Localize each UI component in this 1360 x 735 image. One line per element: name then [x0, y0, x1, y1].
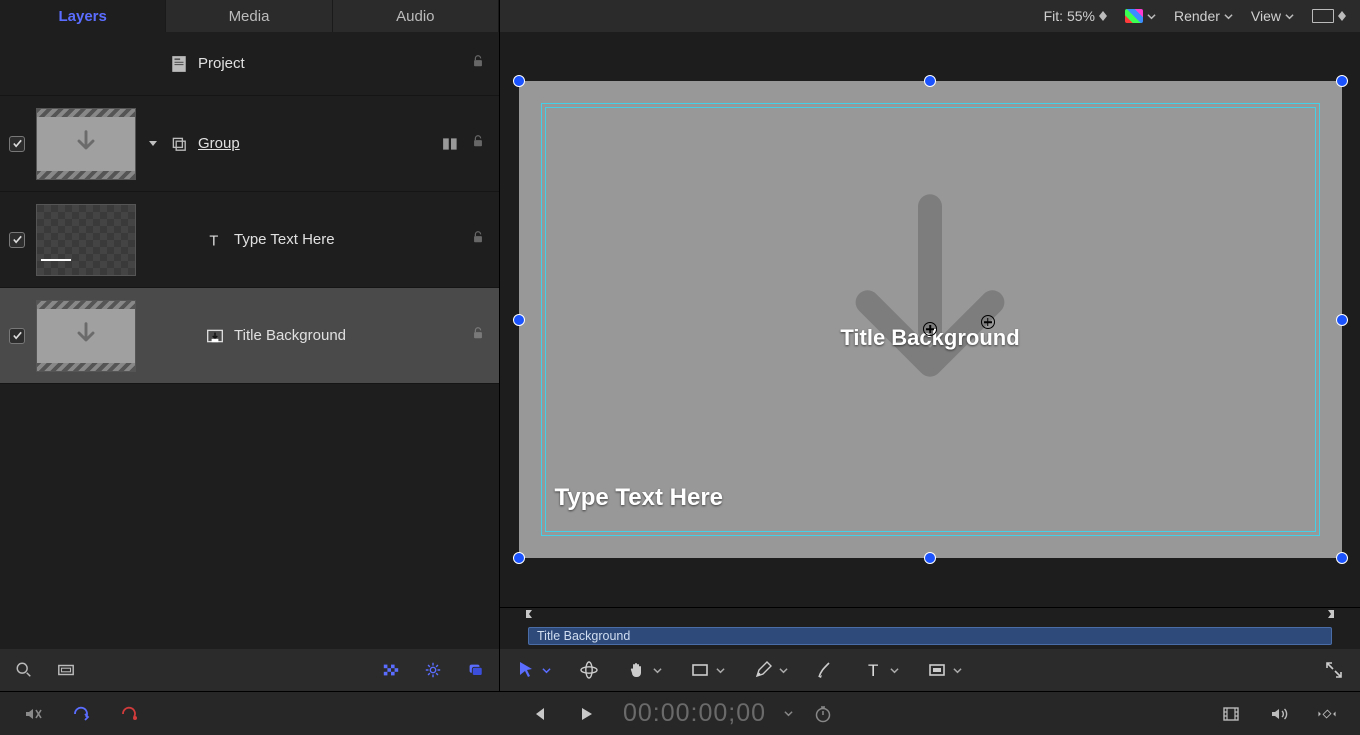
selection-handle[interactable]: [513, 552, 525, 564]
timecode-display[interactable]: 00:00:00;00: [623, 699, 833, 728]
loop-icon[interactable]: [70, 703, 92, 725]
expand-icon[interactable]: [1324, 660, 1344, 680]
anchor-marker-icon[interactable]: [923, 322, 937, 336]
paint-tool[interactable]: [816, 660, 836, 680]
render-label: Render: [1174, 8, 1220, 24]
tab-audio[interactable]: Audio: [333, 0, 499, 32]
canvas-toolbar: Fit: 55% Render View: [500, 0, 1360, 32]
frame-view-icon[interactable]: [56, 660, 76, 680]
layer-label-text[interactable]: Type Text Here: [234, 231, 461, 248]
layer-label-group[interactable]: Group: [198, 135, 431, 152]
rectangle-tool[interactable]: [690, 660, 725, 680]
pass-through-icon[interactable]: [441, 134, 461, 154]
layer-row-group[interactable]: Group: [0, 96, 499, 192]
layer-list: Project Group: [0, 32, 499, 649]
zoom-fit-control[interactable]: Fit: 55%: [1044, 8, 1107, 24]
search-icon[interactable]: [14, 660, 34, 680]
viewport-layout-menu[interactable]: [1312, 9, 1346, 23]
select-tool[interactable]: [516, 660, 551, 680]
play-icon[interactable]: [575, 703, 597, 725]
layer-row-title-background[interactable]: Title Background: [0, 288, 499, 384]
disclosure-triangle[interactable]: [146, 139, 160, 149]
layer-thumbnail: [36, 300, 136, 372]
selection-handle[interactable]: [513, 75, 525, 87]
selection-handle[interactable]: [924, 75, 936, 87]
checker-icon[interactable]: [381, 660, 401, 680]
rotation-marker-icon[interactable]: [981, 315, 995, 329]
layers-panel: Layers Media Audio Project: [0, 0, 500, 691]
record-icon[interactable]: [118, 703, 140, 725]
view-label: View: [1251, 8, 1281, 24]
mini-timeline[interactable]: Title Background: [500, 607, 1360, 649]
dropzone-arrow-icon: [810, 178, 1050, 423]
mute-icon[interactable]: [22, 703, 44, 725]
stepper-icon: [1338, 11, 1346, 21]
layer-label-titlebg[interactable]: Title Background: [234, 327, 461, 344]
group-icon: [170, 135, 188, 153]
text-tool[interactable]: T: [864, 660, 899, 680]
layer-thumbnail: [36, 108, 136, 180]
zoom-fit-label: Fit: 55%: [1044, 8, 1095, 24]
layer-panel-footer: [0, 649, 499, 691]
tab-media[interactable]: Media: [166, 0, 332, 32]
selection-handle[interactable]: [1336, 314, 1348, 326]
timecode-value: 00:00:00;00: [623, 699, 766, 728]
stack-icon[interactable]: [465, 660, 485, 680]
project-icon: [170, 55, 188, 73]
pen-tool[interactable]: [753, 660, 788, 680]
project-label: Project: [198, 55, 461, 72]
keyframe-nav-icon[interactable]: [1316, 703, 1338, 725]
gear-icon[interactable]: [423, 660, 443, 680]
svg-text:T: T: [868, 661, 878, 680]
go-to-start-icon[interactable]: [527, 703, 549, 725]
audio-icon[interactable]: [1268, 703, 1290, 725]
timeline-clip[interactable]: Title Background: [528, 627, 1332, 645]
transport-bar: 00:00:00;00: [0, 691, 1360, 735]
view-menu[interactable]: View: [1251, 8, 1294, 24]
tab-layers[interactable]: Layers: [0, 0, 166, 32]
layer-row-text[interactable]: T Type Text Here: [0, 192, 499, 288]
selection-handle[interactable]: [1336, 75, 1348, 87]
selection-handle[interactable]: [924, 552, 936, 564]
visibility-checkbox[interactable]: [9, 136, 25, 152]
canvas-tool-row: T: [500, 649, 1360, 691]
panel-tabs: Layers Media Audio: [0, 0, 499, 32]
text-type-icon: T: [206, 231, 224, 249]
pan-tool[interactable]: [627, 660, 662, 680]
canvas-text-layer[interactable]: Type Text Here: [555, 484, 724, 512]
color-channel-menu[interactable]: [1125, 9, 1156, 23]
selection-handle[interactable]: [1336, 552, 1348, 564]
aspect-icon: [1312, 9, 1334, 23]
layer-thumbnail: [36, 204, 136, 276]
render-menu[interactable]: Render: [1174, 8, 1233, 24]
visibility-checkbox[interactable]: [9, 328, 25, 344]
lock-icon[interactable]: [471, 230, 489, 249]
stopwatch-icon[interactable]: [813, 704, 833, 724]
stepper-icon: [1099, 11, 1107, 21]
color-swatch-icon: [1125, 9, 1143, 23]
visibility-checkbox[interactable]: [9, 232, 25, 248]
lock-icon[interactable]: [471, 134, 489, 153]
canvas-area[interactable]: Title Background Type Text Here: [500, 32, 1360, 607]
lock-icon[interactable]: [471, 54, 489, 73]
canvas-content[interactable]: Title Background Type Text Here: [519, 81, 1342, 558]
film-icon[interactable]: [1220, 703, 1242, 725]
selection-handle[interactable]: [513, 314, 525, 326]
mask-tool[interactable]: [927, 660, 962, 680]
3d-transform-tool[interactable]: [579, 660, 599, 680]
dropzone-type-icon: [206, 327, 224, 345]
svg-text:T: T: [209, 233, 218, 248]
layer-row-project[interactable]: Project: [0, 32, 499, 96]
lock-icon[interactable]: [471, 326, 489, 345]
timecode-menu-chevron-icon[interactable]: [784, 709, 793, 718]
